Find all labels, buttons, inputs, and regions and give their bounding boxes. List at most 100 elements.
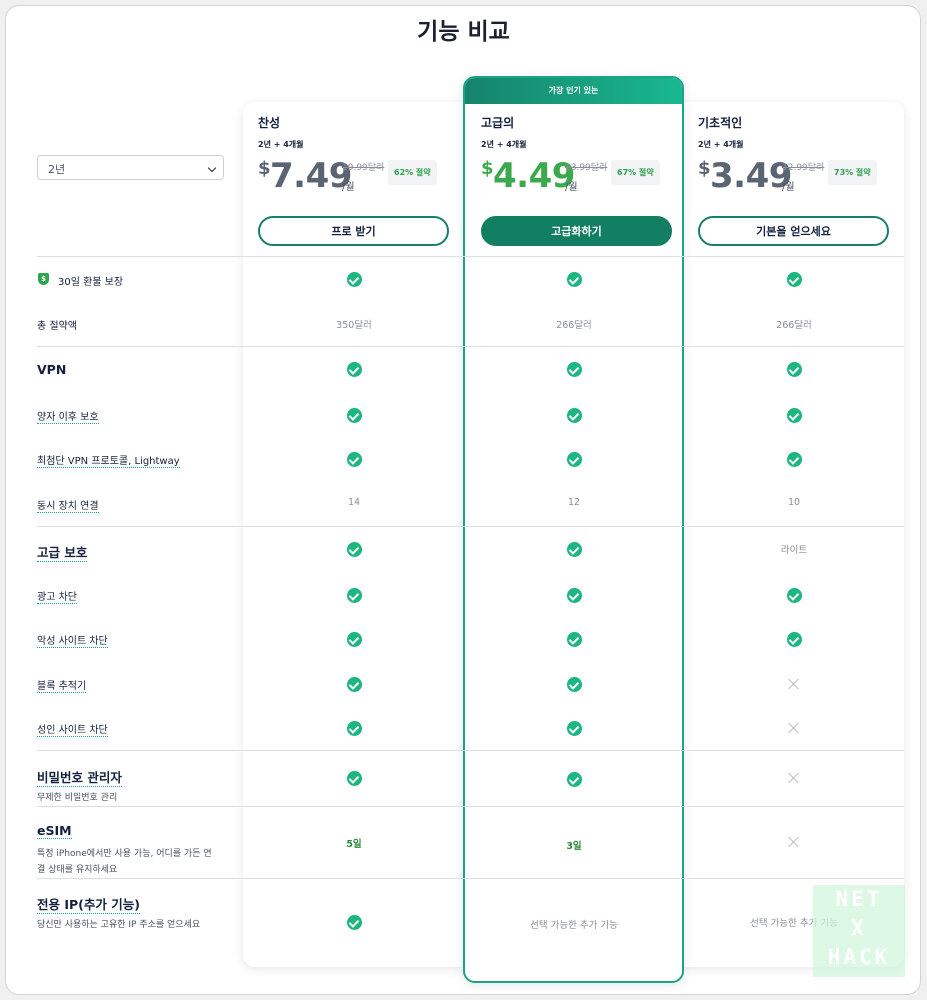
plan-advanced: 고급의 2년 + 4개월 $ 4.49 13.99달러 /월 67% 절약 [481, 114, 681, 200]
price-period: /월 [342, 182, 355, 193]
check-icon [346, 272, 362, 287]
check-icon [566, 721, 582, 736]
check-icon [566, 632, 582, 647]
cell-basic [734, 677, 854, 694]
check-icon [346, 362, 362, 377]
check-icon [786, 632, 802, 647]
feature-label: 30일 환불 보장 [58, 277, 124, 288]
check-icon [786, 588, 802, 603]
section-heading[interactable]: 고급 보호 [37, 542, 88, 562]
old-price: 12.99달러 [782, 163, 825, 173]
section-heading[interactable]: 전용 IP(추가 기능) [37, 894, 140, 914]
feature-description: 무제한 비밀번호 관리 [37, 793, 118, 803]
shield-icon: $ [38, 273, 49, 285]
watermark-logo: NET X HACK [813, 885, 905, 977]
price-amount: 4.49 [493, 156, 575, 196]
feature-label[interactable]: 성인 사이트 차단 [37, 721, 108, 737]
plan-term: 2년 + 4개월 [698, 140, 744, 149]
section-heading: VPN [37, 362, 67, 377]
term-select-value: 2년 [48, 163, 66, 176]
feature-label[interactable]: 최첨단 VPN 프로토콜, Lightway [37, 452, 180, 468]
get-advanced-button[interactable]: 고급화하기 [481, 216, 672, 246]
check-icon [786, 452, 802, 467]
check-icon [346, 408, 362, 423]
check-icon [346, 542, 362, 557]
cell-advanced [514, 452, 634, 470]
cell-basic: 266달러 [776, 320, 812, 331]
cell-basic [734, 835, 854, 852]
feature-label[interactable]: 양자 이후 보호 [37, 408, 99, 424]
cell-basic [734, 408, 854, 426]
page-title: 기능 비교 [417, 18, 510, 45]
plan-pro: 찬성 2년 + 4개월 $ 7.49 19.99달러 /월 62% 절약 [258, 114, 458, 200]
check-icon [566, 272, 582, 287]
cell-pro: 350달러 [336, 320, 372, 331]
cell-advanced [514, 772, 634, 790]
price-row: $ 3.49 12.99달러 /월 73% 절약 [698, 156, 898, 200]
check-icon [346, 721, 362, 736]
section-heading[interactable]: eSIM [37, 823, 72, 839]
price-row: $ 4.49 13.99달러 /월 67% 절약 [481, 156, 681, 200]
price-period: /월 [565, 182, 578, 193]
get-pro-button[interactable]: 프로 받기 [258, 216, 449, 246]
divider [37, 346, 904, 347]
cell-basic [734, 771, 854, 788]
currency-symbol: $ [258, 158, 271, 179]
check-icon [566, 542, 582, 557]
x-icon [787, 771, 801, 785]
feature-label[interactable]: 블록 추적기 [37, 677, 87, 693]
plan-basic: 기초적인 2년 + 4개월 $ 3.49 12.99달러 /월 73% 절약 [698, 114, 898, 200]
term-select[interactable]: 2년 [37, 155, 224, 180]
check-icon [346, 632, 362, 647]
savings-badge: 73% 절약 [828, 160, 877, 185]
feature-description: 특정 iPhone에서만 사용 가능, 어디를 가든 연 [37, 849, 212, 859]
feature-label[interactable]: 동시 장치 연결 [37, 497, 99, 513]
cell-pro [294, 452, 414, 470]
cell-advanced: 12 [567, 497, 581, 508]
cell-basic [734, 272, 854, 290]
old-price: 19.99달러 [342, 163, 385, 173]
cell-basic: 라이트 [780, 545, 808, 556]
x-icon [787, 677, 801, 691]
get-basic-button[interactable]: 기본을 얻으세요 [698, 216, 889, 246]
divider [37, 878, 904, 879]
cell-pro: 5일 [346, 839, 362, 850]
savings-badge: 62% 절약 [388, 160, 437, 185]
cell-basic [734, 452, 854, 470]
cell-basic [734, 588, 854, 606]
popular-badge: 가장 인기 있는 [465, 78, 682, 104]
x-icon [787, 835, 801, 849]
cell-pro [294, 408, 414, 426]
section-heading[interactable]: 비밀번호 관리자 [37, 767, 122, 787]
check-icon [566, 772, 582, 787]
price-row: $ 7.49 19.99달러 /월 62% 절약 [258, 156, 458, 200]
currency-symbol: $ [481, 158, 494, 179]
cell-pro: 14 [347, 497, 361, 508]
cell-pro [294, 542, 414, 560]
check-icon [346, 588, 362, 603]
check-icon [346, 771, 362, 786]
check-icon [786, 408, 802, 423]
plan-name: 기초적인 [698, 116, 743, 130]
plan-name: 찬성 [258, 116, 281, 130]
feature-label[interactable]: 광고 차단 [37, 588, 77, 604]
check-icon [566, 588, 582, 603]
check-icon [566, 362, 582, 377]
divider [37, 256, 904, 257]
cell-basic [734, 632, 854, 650]
chevron-down-icon [207, 163, 217, 173]
plan-term: 2년 + 4개월 [481, 140, 527, 149]
check-icon [566, 677, 582, 692]
cell-pro [294, 677, 414, 695]
cell-pro [294, 771, 414, 789]
divider [37, 526, 904, 527]
feature-label[interactable]: 악성 사이트 차단 [37, 632, 108, 648]
cell-basic [734, 721, 854, 738]
price-amount: 3.49 [710, 156, 792, 196]
cell-pro [294, 632, 414, 650]
feature-label: 총 절약액 [37, 321, 77, 332]
feature-description: 결 상태를 유지하세요 [37, 865, 118, 875]
price-amount: 7.49 [270, 156, 352, 196]
divider [37, 750, 904, 751]
price-period: /월 [782, 182, 795, 193]
